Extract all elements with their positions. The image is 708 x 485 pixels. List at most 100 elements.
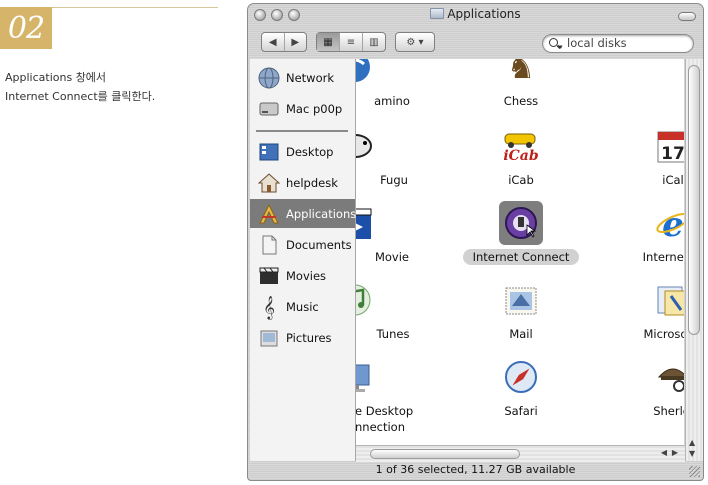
folder-icon [430,8,445,19]
instruction-caption: Applications 창에서 Internet Connect를 클릭한다. [5,68,235,106]
sidebar-item-label: Pictures [286,330,332,345]
search-field[interactable]: ▾ local disks [542,34,694,53]
app-item-itunes[interactable]: Tunes [356,278,435,342]
column-view-button[interactable]: ▥ [362,33,385,51]
forward-button[interactable]: ▶ [283,33,307,51]
caption-line-1: Applications 창에서 [5,71,107,84]
chevron-down-icon: ▾ [559,43,563,51]
sidebar-item-mac-p00p[interactable]: Mac p00p [250,94,355,123]
globe-icon [257,66,281,90]
window-title: Applications [248,7,703,21]
scroll-left-arrow-icon[interactable]: ◀ [661,448,667,457]
icab-icon: iCab [499,124,543,168]
app-label: Safari [504,404,538,418]
app-label: Chess [503,94,539,108]
sidebar-item-pictures[interactable]: Pictures [250,323,355,352]
documents-icon [257,233,281,257]
caption-line-2: Internet Connect를 클릭한다. [5,90,156,103]
app-label: Internet Connect [462,249,580,265]
home-icon [257,171,281,195]
app-item-imovie[interactable]: Movie [356,201,435,265]
horizontal-scrollbar[interactable]: ◀ ▶ [356,445,685,462]
mail-icon [499,278,543,322]
app-label: Microsoft Of [643,327,684,341]
app-item-ical[interactable]: 17 iCal [593,124,684,188]
app-item-microsoft-office[interactable]: Microsoft Of [593,278,684,342]
sidebar-item-network[interactable]: Network [250,63,355,92]
sherlock-icon [651,355,684,399]
chess-icon: ♞ [506,59,536,86]
internet-explorer-icon: e [651,201,684,245]
horizontal-scroll-thumb[interactable] [370,449,520,459]
sidebar-item-documents[interactable]: Documents [250,230,355,259]
app-item-remote-desktop-connection[interactable]: e Desktop nnection [356,355,435,435]
back-forward-control: ◀ ▶ [261,32,307,52]
hard-drive-icon [257,97,281,121]
search-icon [549,38,558,47]
action-menu-button[interactable]: ⚙ ▾ [395,32,435,52]
sidebar-item-label: Network [286,70,335,85]
scroll-right-arrow-icon[interactable]: ▶ [672,448,678,457]
safari-icon [499,355,543,399]
app-label: Mail [509,327,533,341]
app-item-safari[interactable]: Safari [441,355,601,419]
scroll-up-arrow-icon[interactable]: ▲ [689,438,695,447]
ical-icon: 17 [651,124,684,168]
app-item-chess[interactable]: ♞ Chess [441,59,601,109]
list-view-button[interactable]: ≡ [339,33,362,51]
app-label-line-2: nnection [356,420,406,434]
app-item-mail[interactable]: Mail [441,278,601,342]
sidebar-item-label: Mac p00p [286,101,343,116]
remote-desktop-icon [356,355,377,399]
music-icon: 𝄞 [263,294,275,319]
sidebar-item-label: Documents [286,237,352,252]
scroll-down-arrow-icon[interactable]: ▼ [689,449,695,458]
svg-text:iCab: iCab [503,148,539,164]
icon-grid: amino ♞ Chess Fugu iCab iCab 17 iCal Mov… [356,59,684,461]
step-number: 02 [7,10,45,46]
fugu-icon [356,124,377,168]
sidebar-item-label: Desktop [286,144,334,159]
sidebar-item-label: helpdesk [286,175,338,190]
gear-icon: ⚙ ▾ [406,36,424,48]
step-divider [52,7,218,8]
app-item-icab[interactable]: iCab iCab [441,124,601,188]
vertical-scrollbar[interactable]: ▲ ▼ [685,59,703,461]
svg-text:17: 17 [661,144,684,164]
app-label: Internet Exp [642,250,684,264]
vertical-scroll-thumb[interactable] [688,65,700,335]
search-scope-text: local disks [567,36,627,50]
sidebar-item-applications[interactable]: Applications [250,199,356,228]
back-button[interactable]: ◀ [262,33,284,51]
svg-text:e: e [662,205,684,241]
title-bar[interactable]: Applications [248,4,703,26]
sidebar-item-music[interactable]: 𝄞 Music [250,292,355,321]
app-item-camino[interactable]: amino [356,59,435,109]
pictures-icon [257,326,281,350]
resize-grip-icon[interactable] [689,466,700,477]
app-label: iCal [662,173,684,187]
app-item-internet-connect[interactable]: Internet Connect [441,201,601,265]
app-item-internet-explorer[interactable]: e Internet Exp [593,201,684,265]
sidebar-item-desktop[interactable]: Desktop [250,137,355,166]
app-label: Fugu [380,173,408,187]
sidebar-item-movies[interactable]: Movies [250,261,355,290]
app-label: Tunes [376,327,410,341]
icon-view-button[interactable]: ▦ [317,33,339,51]
status-bar: 1 of 36 selected, 11.27 GB available [375,463,576,476]
sidebar-divider [256,130,348,132]
sidebar: Network Mac p00p Desktop helpdesk Applic… [250,59,356,461]
microsoft-office-icon [651,278,684,322]
movies-icon [257,264,281,288]
imovie-icon [356,201,377,245]
app-item-sherlock[interactable]: Sherlock [593,355,684,419]
camino-icon [356,59,377,89]
applications-icon [257,202,281,226]
toolbar-toggle-button[interactable] [678,12,696,21]
internet-connect-icon [499,201,543,245]
app-item-fugu[interactable]: Fugu [356,124,435,188]
app-label: iCab [508,173,534,187]
view-mode-control: ▦ ≡ ▥ [316,32,386,52]
sidebar-item-label: Movies [286,268,327,283]
sidebar-item-helpdesk[interactable]: helpdesk [250,168,355,197]
